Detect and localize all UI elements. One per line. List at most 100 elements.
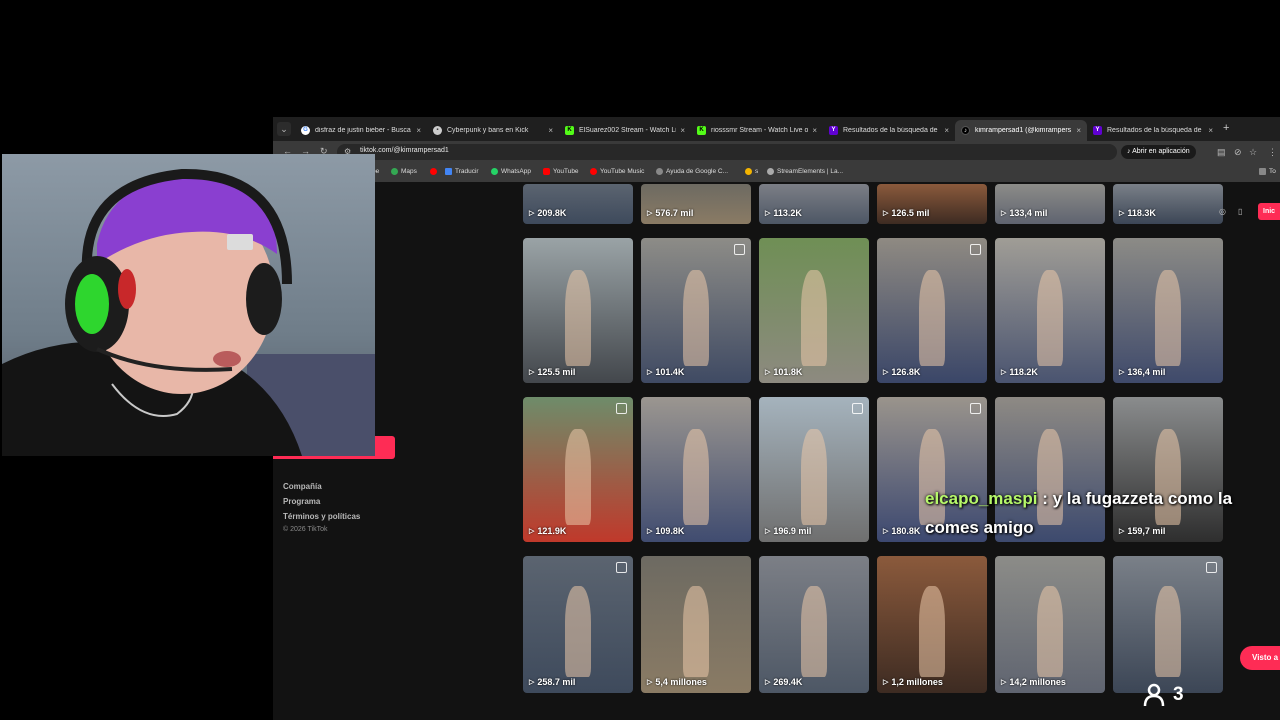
phone-icon[interactable]: ▯: [1238, 207, 1242, 216]
video-subject: [682, 428, 710, 525]
play-icon: ▷: [883, 369, 889, 376]
view-count: ▷ 258.7 mil: [529, 677, 575, 687]
video-thumbnail[interactable]: ▷ 209.8K: [523, 184, 633, 224]
headphone-left-light: [75, 274, 109, 334]
multi-image-icon: [970, 403, 981, 414]
video-thumbnail[interactable]: ▷ 126.5 mil: [877, 184, 987, 224]
visto-button[interactable]: Visto a: [1240, 646, 1280, 670]
video-thumbnail[interactable]: ▷ 196.9 mil: [759, 397, 869, 542]
video-thumbnail[interactable]: ▷ 136,4 mil: [1113, 238, 1223, 383]
cap-logo: [227, 234, 253, 250]
view-count: ▷ 126.5 mil: [883, 208, 929, 218]
view-count-text: 209.8K: [537, 208, 567, 218]
video-subject: [1036, 269, 1064, 366]
view-count: ▷ 1,2 millones: [883, 677, 943, 687]
view-count-text: 136,4 mil: [1127, 367, 1166, 377]
video-thumbnail[interactable]: ▷ 5,4 millones: [641, 556, 751, 693]
video-thumbnail[interactable]: ▷ 258.7 mil: [523, 556, 633, 693]
video-subject: [918, 269, 946, 366]
view-count-text: 576.7 mil: [655, 208, 694, 218]
view-count-text: 125.5 mil: [537, 367, 576, 377]
video-thumbnail[interactable]: ▷ 126.8K: [877, 238, 987, 383]
video-subject: [1036, 586, 1064, 677]
chat-message-line2: comes amigo: [925, 518, 1034, 537]
headphone-right: [246, 263, 282, 335]
view-count: ▷ 133,4 mil: [1001, 208, 1047, 218]
view-count-text: 258.7 mil: [537, 677, 576, 687]
play-icon: ▷: [883, 210, 889, 217]
chat-overlay: elcapo_maspi : y la fugazzeta como la co…: [925, 484, 1232, 542]
play-icon: ▷: [1119, 369, 1125, 376]
top-right-login-button[interactable]: Inic: [1258, 203, 1280, 220]
view-count-text: 180.8K: [891, 526, 921, 536]
compass-icon[interactable]: ◎: [1219, 207, 1226, 216]
view-count: ▷ 14,2 millones: [1001, 677, 1066, 687]
video-thumbnail[interactable]: ▷ 118.2K: [995, 238, 1105, 383]
viewer-counter: 3: [1143, 683, 1184, 707]
view-count: ▷ 136,4 mil: [1119, 367, 1165, 377]
play-icon: ▷: [1119, 210, 1125, 217]
view-count-text: 118.2K: [1009, 367, 1038, 377]
video-subject: [1154, 586, 1182, 677]
view-count: ▷ 5,4 millones: [647, 677, 707, 687]
play-icon: ▷: [883, 528, 889, 535]
play-icon: ▷: [529, 210, 535, 217]
video-thumbnail[interactable]: ▷ 269.4K: [759, 556, 869, 693]
view-count-text: 121.9K: [537, 526, 567, 536]
multi-image-icon: [1206, 562, 1217, 573]
video-subject: [564, 428, 592, 525]
view-count-text: 133,4 mil: [1009, 208, 1048, 218]
play-icon: ▷: [647, 369, 653, 376]
video-subject: [800, 269, 828, 366]
view-count: ▷ 118.2K: [1001, 367, 1038, 377]
multi-image-icon: [734, 244, 745, 255]
viewer-count: 3: [1173, 684, 1184, 705]
view-count: ▷ 101.4K: [647, 367, 684, 377]
video-subject: [682, 269, 710, 366]
video-thumbnail[interactable]: ▷ 1,2 millones: [877, 556, 987, 693]
view-count-text: 269.4K: [773, 677, 803, 687]
video-subject: [800, 586, 828, 677]
play-icon: ▷: [765, 679, 771, 686]
webcam-person-illustration: [2, 168, 375, 456]
view-count-text: 14,2 millones: [1009, 677, 1066, 687]
video-thumbnail[interactable]: ▷ 118.3K: [1113, 184, 1223, 224]
view-count: ▷ 125.5 mil: [529, 367, 575, 377]
video-subject: [918, 586, 946, 677]
headphone-red-accent: [118, 269, 136, 309]
play-icon: ▷: [765, 369, 771, 376]
video-subject: [682, 586, 710, 677]
video-thumbnail[interactable]: ▷ 576.7 mil: [641, 184, 751, 224]
play-icon: ▷: [765, 210, 771, 217]
view-count: ▷ 209.8K: [529, 208, 566, 218]
multi-image-icon: [970, 244, 981, 255]
view-count: ▷ 196.9 mil: [765, 526, 811, 536]
chat-message-line1: : y la fugazzeta como la: [1042, 489, 1233, 508]
play-icon: ▷: [765, 528, 771, 535]
video-thumbnail[interactable]: ▷ 113.2K: [759, 184, 869, 224]
video-thumbnail[interactable]: ▷ 125.5 mil: [523, 238, 633, 383]
video-thumbnail[interactable]: [1113, 556, 1223, 693]
play-icon: ▷: [1001, 369, 1007, 376]
video-thumbnail[interactable]: ▷ 133,4 mil: [995, 184, 1105, 224]
play-icon: ▷: [529, 528, 535, 535]
play-icon: ▷: [647, 679, 653, 686]
video-thumbnail[interactable]: ▷ 101.8K: [759, 238, 869, 383]
chat-username: elcapo_maspi: [925, 489, 1038, 508]
person-icon: [1143, 683, 1165, 707]
multi-image-icon: [616, 403, 627, 414]
video-thumbnail[interactable]: ▷ 101.4K: [641, 238, 751, 383]
multi-image-icon: [852, 403, 863, 414]
view-count-text: 113.2K: [773, 208, 802, 218]
play-icon: ▷: [647, 210, 653, 217]
view-count: ▷ 113.2K: [765, 208, 802, 218]
play-icon: ▷: [1001, 679, 1007, 686]
video-thumbnail[interactable]: ▷ 121.9K: [523, 397, 633, 542]
view-count-text: 196.9 mil: [773, 526, 812, 536]
video-thumbnail[interactable]: ▷ 109.8K: [641, 397, 751, 542]
video-thumbnail[interactable]: ▷ 14,2 millones: [995, 556, 1105, 693]
video-subject: [1154, 269, 1182, 366]
view-count-text: 118.3K: [1127, 208, 1156, 218]
view-count: ▷ 101.8K: [765, 367, 802, 377]
view-count-text: 126.5 mil: [891, 208, 930, 218]
